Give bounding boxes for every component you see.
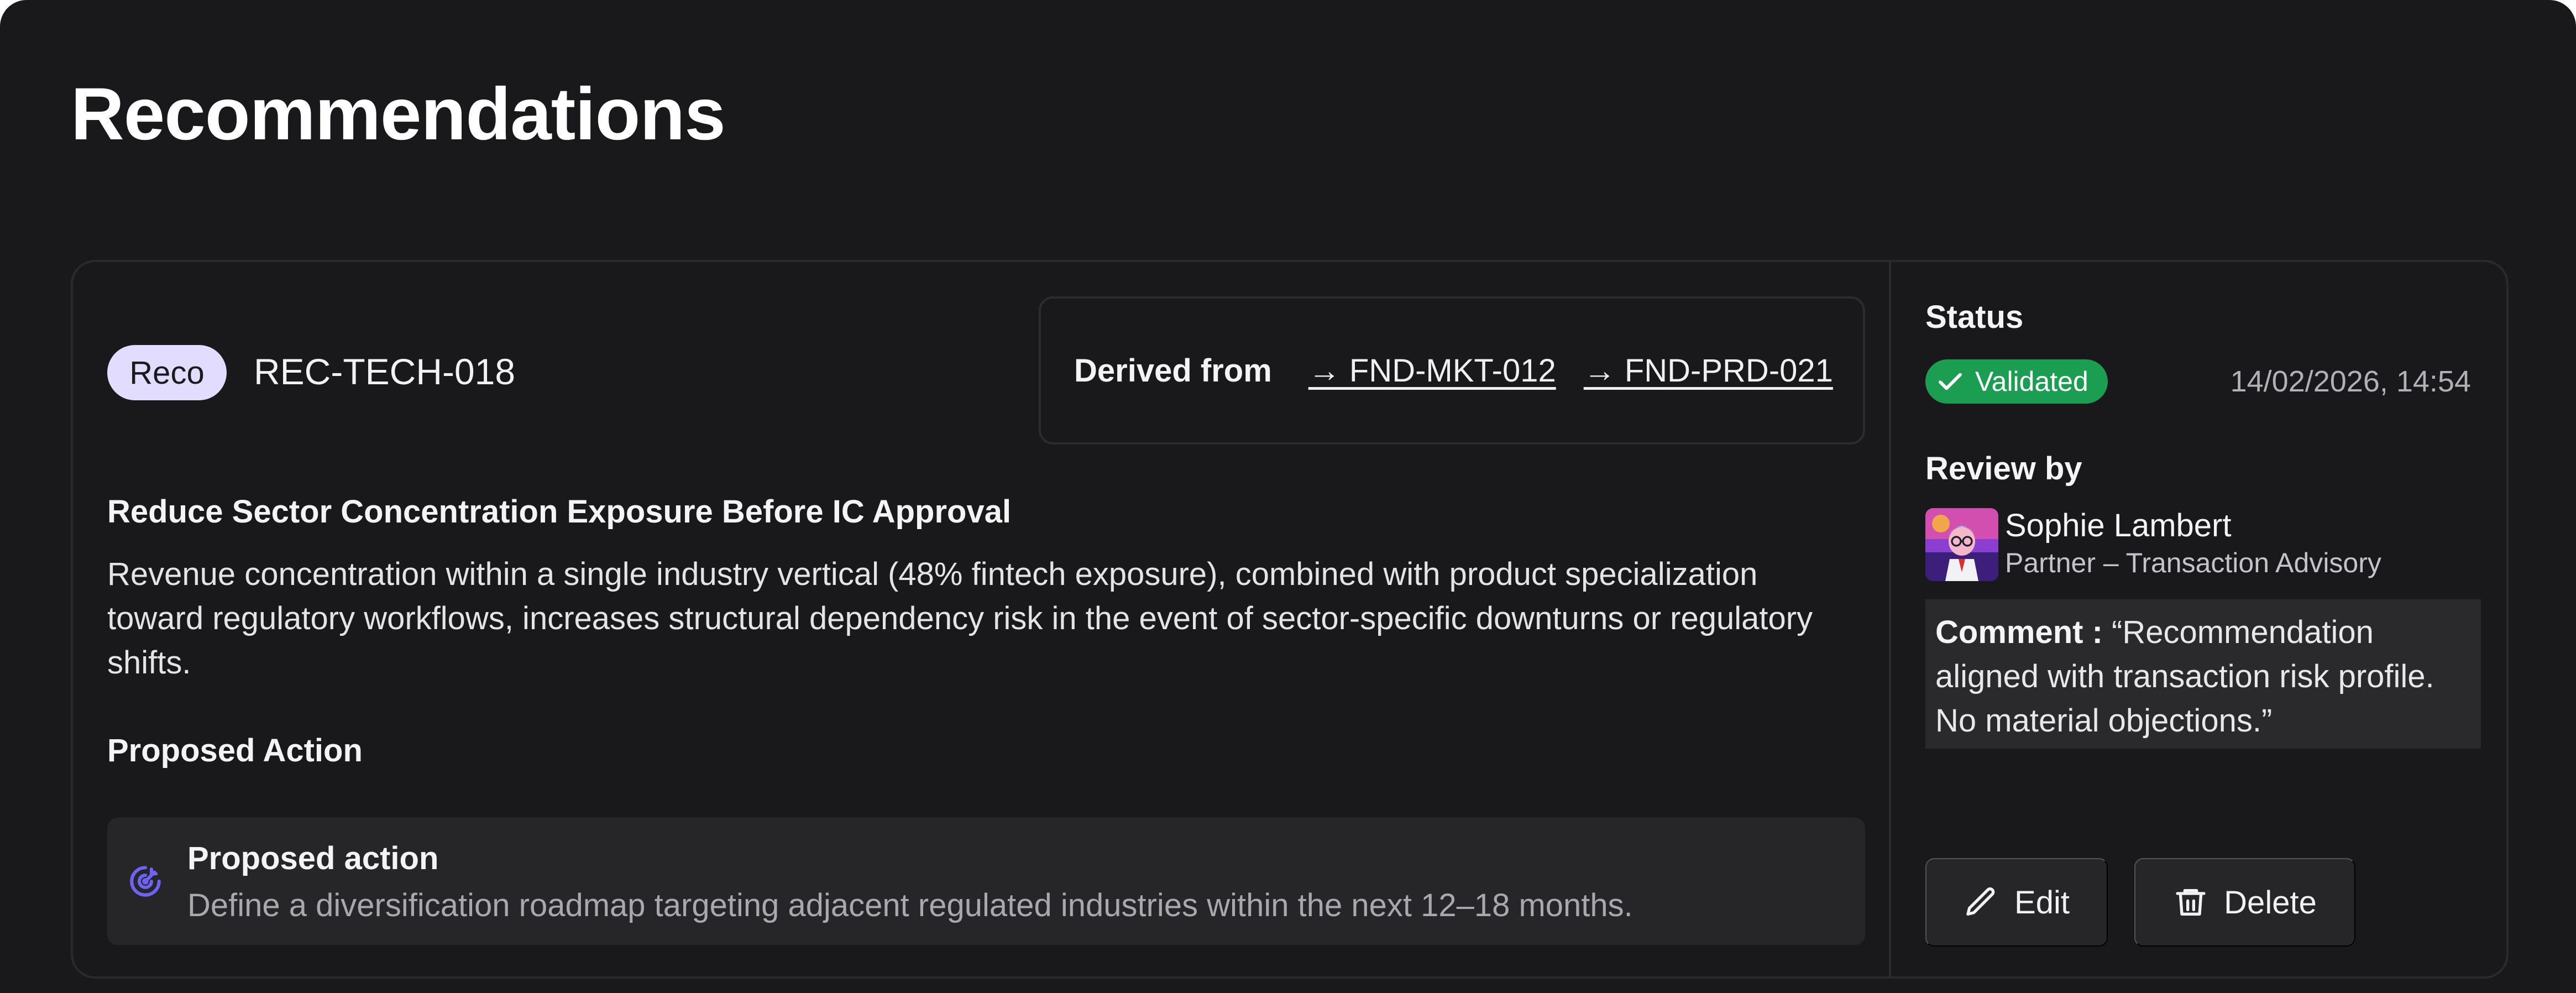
delete-button-label: Delete	[2224, 884, 2317, 921]
derived-from-panel: Derived from → FND-MKT-012 → FND-PRD-021	[1039, 296, 1865, 445]
edit-button[interactable]: Edit	[1925, 858, 2108, 947]
review-panel: Status Validated 14/02/2026, 14:54 Revie…	[1891, 262, 2506, 976]
proposed-action-text: Define a diversification roadmap targeti…	[187, 887, 1633, 923]
finding-link-fnd-mkt-012[interactable]: → FND-MKT-012	[1308, 352, 1556, 389]
trash-icon	[2176, 889, 2206, 916]
page-title: Recommendations	[71, 73, 726, 155]
proposed-action-box: Proposed action Define a diversification…	[107, 818, 1865, 945]
status-text: Validated	[1975, 366, 2088, 397]
recommendation-card: Reco REC-TECH-018 Derived from → FND-MKT…	[71, 260, 2509, 979]
proposed-action-heading: Proposed Action	[107, 733, 363, 769]
recommendation-id: REC-TECH-018	[254, 351, 516, 392]
reviewer-role: Partner – Transaction Advisory	[2005, 547, 2381, 578]
review-timestamp: 14/02/2026, 14:54	[2230, 365, 2471, 398]
app-window: Recommendations Reco REC-TECH-018 Derive…	[0, 0, 2576, 993]
target-icon	[127, 863, 164, 900]
recommendation-title: Reduce Sector Concentration Exposure Bef…	[107, 494, 1012, 530]
recommendation-details: Reco REC-TECH-018 Derived from → FND-MKT…	[73, 262, 1889, 976]
avatar	[1925, 508, 1998, 581]
proposed-action-title: Proposed action	[187, 840, 439, 876]
status-label: Status	[1925, 299, 2024, 335]
comment-label: Comment :	[1935, 614, 2103, 650]
pencil-icon	[1966, 887, 1995, 916]
reviewer-name: Sophie Lambert	[2005, 508, 2232, 543]
check-icon	[1939, 373, 1962, 390]
review-by-label: Review by	[1925, 451, 2082, 487]
review-comment: Comment : “Recommendation aligned with t…	[1925, 599, 2481, 749]
status-badge: Validated	[1925, 359, 2108, 404]
recommendation-description: Revenue concentration within a single in…	[107, 556, 1813, 681]
reco-badge: Reco	[107, 345, 227, 400]
derived-from-label: Derived from	[1074, 352, 1272, 389]
edit-button-label: Edit	[2014, 884, 2070, 921]
finding-link-fnd-prd-021[interactable]: → FND-PRD-021	[1584, 352, 1833, 389]
delete-button[interactable]: Delete	[2134, 858, 2355, 947]
